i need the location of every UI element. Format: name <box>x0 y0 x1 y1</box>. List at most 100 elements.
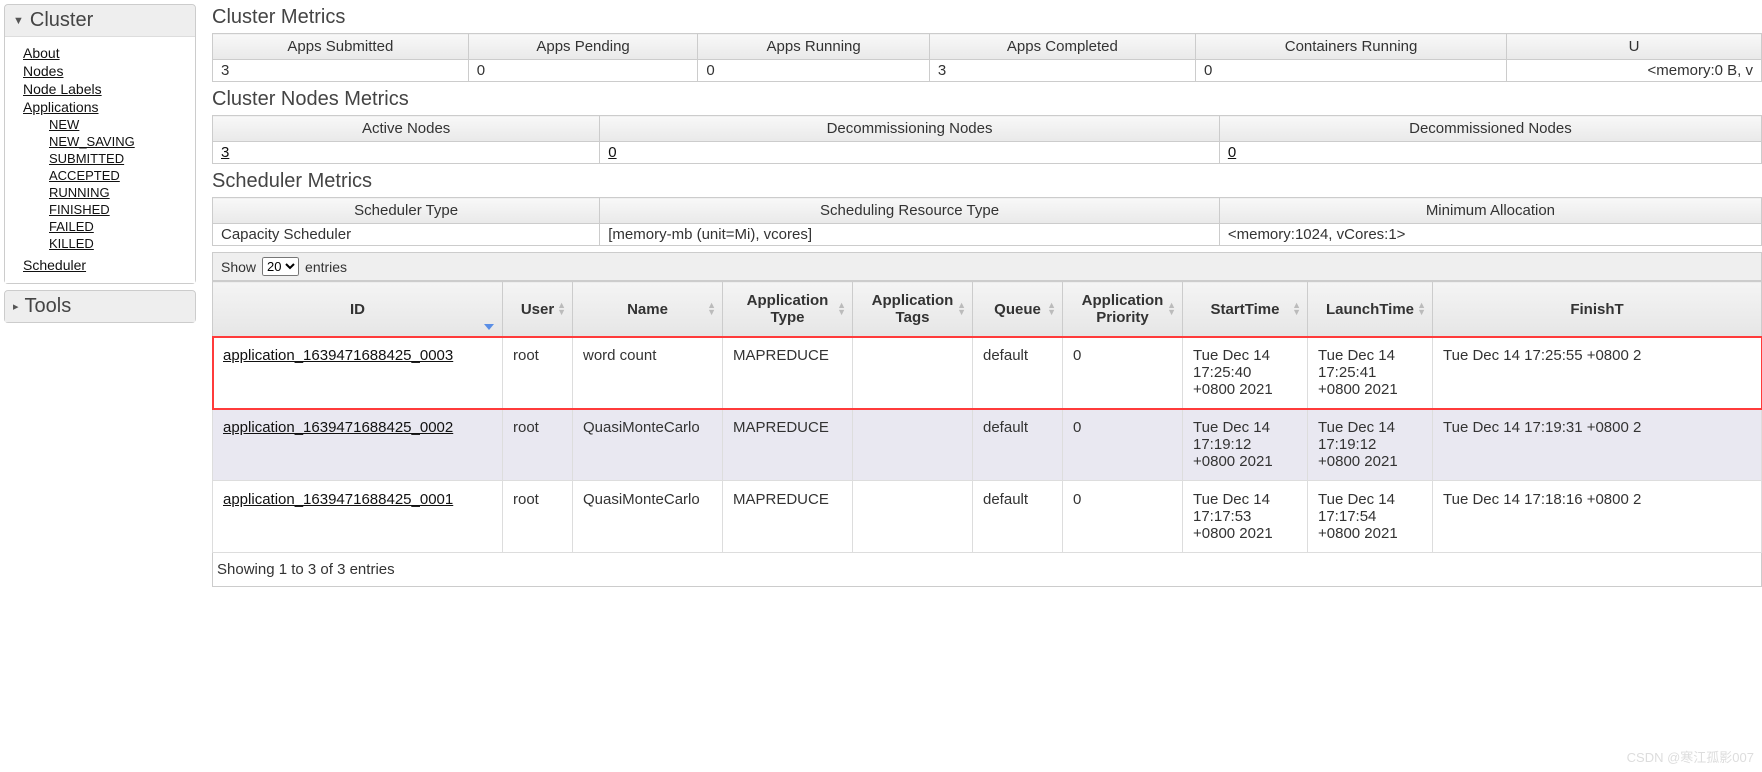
nm-h-decomm[interactable]: Decommissioning Nodes <box>600 116 1220 142</box>
sort-icon: ▲▼ <box>707 302 716 316</box>
nm-v-decomm[interactable]: 0 <box>608 144 616 161</box>
cm-h-pending[interactable]: Apps Pending <box>468 34 698 60</box>
sidebar-state-new-saving[interactable]: NEW_SAVING <box>49 134 185 149</box>
cm-v-running: 0 <box>698 60 929 82</box>
cell-user: root <box>503 481 573 553</box>
cell-user: root <box>503 409 573 481</box>
cell-launch: Tue Dec 14 17:19:12 +0800 2021 <box>1308 409 1433 481</box>
table-footer-info: Showing 1 to 3 of 3 entries <box>212 553 1762 587</box>
sidebar-state-running[interactable]: RUNNING <box>49 185 185 200</box>
scheduler-metrics-title: Scheduler Metrics <box>212 170 1762 193</box>
sidebar-state-finished[interactable]: FINISHED <box>49 202 185 217</box>
sidebar-state-accepted[interactable]: ACCEPTED <box>49 168 185 183</box>
col-starttime[interactable]: StartTime▲▼ <box>1183 282 1308 337</box>
sidebar-tools-title: Tools <box>25 295 72 318</box>
cell-launch: Tue Dec 14 17:25:41 +0800 2021 <box>1308 337 1433 409</box>
nm-v-decommissioned[interactable]: 0 <box>1228 144 1236 161</box>
col-launchtime[interactable]: LaunchTime▲▼ <box>1308 282 1433 337</box>
col-id[interactable]: ID <box>213 282 503 337</box>
cell-tags <box>853 409 973 481</box>
cluster-metrics-title: Cluster Metrics <box>212 6 1762 29</box>
sm-v-minalloc: <memory:1024, vCores:1> <box>1219 224 1761 246</box>
col-priority[interactable]: Application Priority▲▼ <box>1063 282 1183 337</box>
cell-start: Tue Dec 14 17:17:53 +0800 2021 <box>1183 481 1308 553</box>
cell-priority: 0 <box>1063 481 1183 553</box>
cell-priority: 0 <box>1063 337 1183 409</box>
sidebar-cluster-box: ▼ Cluster About Nodes Node Labels Applic… <box>4 4 196 284</box>
cell-finish: Tue Dec 14 17:19:31 +0800 2 <box>1433 409 1762 481</box>
scheduler-metrics-table: Scheduler Type Scheduling Resource Type … <box>212 197 1762 246</box>
triangle-down-icon: ▼ <box>13 15 24 27</box>
sidebar-cluster-title: Cluster <box>30 9 93 32</box>
sidebar-tools-toggle[interactable]: ▸ Tools <box>5 291 195 322</box>
cell-name: word count <box>573 337 723 409</box>
table-row: application_1639471688425_0003 rootword c… <box>213 337 1762 409</box>
nodes-metrics-table: Active Nodes Decommissioning Nodes Decom… <box>212 115 1762 164</box>
nm-v-active[interactable]: 3 <box>221 144 229 161</box>
cell-queue: default <box>973 481 1063 553</box>
cm-v-containers: 0 <box>1195 60 1506 82</box>
cell-launch: Tue Dec 14 17:17:54 +0800 2021 <box>1308 481 1433 553</box>
sm-v-resource: [memory-mb (unit=Mi), vcores] <box>600 224 1220 246</box>
sidebar-state-new[interactable]: NEW <box>49 117 185 132</box>
cell-priority: 0 <box>1063 409 1183 481</box>
sm-h-resource[interactable]: Scheduling Resource Type <box>600 198 1220 224</box>
apps-header-row: ID User▲▼ Name▲▼ Application Type▲▼ Appl… <box>213 282 1762 337</box>
applications-table: ID User▲▼ Name▲▼ Application Type▲▼ Appl… <box>212 281 1762 553</box>
col-queue[interactable]: Queue▲▼ <box>973 282 1063 337</box>
cell-finish: Tue Dec 14 17:18:16 +0800 2 <box>1433 481 1762 553</box>
col-apptags[interactable]: Application Tags▲▼ <box>853 282 973 337</box>
show-label: Show <box>221 259 256 275</box>
nm-h-active[interactable]: Active Nodes <box>213 116 600 142</box>
col-finishtime[interactable]: FinishT <box>1433 282 1762 337</box>
sidebar: ▼ Cluster About Nodes Node Labels Applic… <box>0 0 200 587</box>
app-id-link[interactable]: application_1639471688425_0001 <box>223 491 453 508</box>
entries-label: entries <box>305 259 347 275</box>
triangle-right-icon: ▸ <box>13 300 19 313</box>
col-user[interactable]: User▲▼ <box>503 282 573 337</box>
cm-h-running[interactable]: Apps Running <box>698 34 929 60</box>
cm-v-unknown: <memory:0 B, v <box>1507 60 1762 82</box>
sm-h-minalloc[interactable]: Minimum Allocation <box>1219 198 1761 224</box>
watermark: CSDN @寒江孤影007 <box>1627 747 1754 766</box>
cell-name: QuasiMonteCarlo <box>573 481 723 553</box>
sidebar-tools-box: ▸ Tools <box>4 290 196 323</box>
cm-h-unknown[interactable]: U <box>1507 34 1762 60</box>
sidebar-link-applications[interactable]: Applications <box>23 99 185 115</box>
col-name[interactable]: Name▲▼ <box>573 282 723 337</box>
sort-icon: ▲▼ <box>837 302 846 316</box>
cell-finish: Tue Dec 14 17:25:55 +0800 2 <box>1433 337 1762 409</box>
nm-h-decommissioned[interactable]: Decommissioned Nodes <box>1219 116 1761 142</box>
cell-type: MAPREDUCE <box>723 337 853 409</box>
sidebar-app-states: NEW NEW_SAVING SUBMITTED ACCEPTED RUNNIN… <box>23 117 185 251</box>
app-id-link[interactable]: application_1639471688425_0003 <box>223 347 453 364</box>
cell-type: MAPREDUCE <box>723 481 853 553</box>
cm-v-submitted: 3 <box>213 60 469 82</box>
cell-name: QuasiMonteCarlo <box>573 409 723 481</box>
cell-queue: default <box>973 337 1063 409</box>
sidebar-link-scheduler[interactable]: Scheduler <box>23 257 185 273</box>
cm-h-submitted[interactable]: Apps Submitted <box>213 34 469 60</box>
cell-user: root <box>503 337 573 409</box>
cm-h-completed[interactable]: Apps Completed <box>929 34 1195 60</box>
sidebar-link-nodes[interactable]: Nodes <box>23 63 185 79</box>
sm-h-type[interactable]: Scheduler Type <box>213 198 600 224</box>
cluster-metrics-table: Apps Submitted Apps Pending Apps Running… <box>212 33 1762 82</box>
cell-start: Tue Dec 14 17:19:12 +0800 2021 <box>1183 409 1308 481</box>
cell-queue: default <box>973 409 1063 481</box>
cell-start: Tue Dec 14 17:25:40 +0800 2021 <box>1183 337 1308 409</box>
sidebar-link-about[interactable]: About <box>23 45 185 61</box>
sidebar-link-node-labels[interactable]: Node Labels <box>23 81 185 97</box>
cm-v-completed: 3 <box>929 60 1195 82</box>
sidebar-state-submitted[interactable]: SUBMITTED <box>49 151 185 166</box>
sidebar-state-failed[interactable]: FAILED <box>49 219 185 234</box>
sidebar-cluster-toggle[interactable]: ▼ Cluster <box>5 5 195 36</box>
sidebar-state-killed[interactable]: KILLED <box>49 236 185 251</box>
sm-v-type: Capacity Scheduler <box>213 224 600 246</box>
col-apptype[interactable]: Application Type▲▼ <box>723 282 853 337</box>
sort-icon: ▲▼ <box>557 302 566 316</box>
cm-v-pending: 0 <box>468 60 698 82</box>
cm-h-containers[interactable]: Containers Running <box>1195 34 1506 60</box>
app-id-link[interactable]: application_1639471688425_0002 <box>223 419 453 436</box>
page-size-select[interactable]: 20 <box>262 257 299 276</box>
